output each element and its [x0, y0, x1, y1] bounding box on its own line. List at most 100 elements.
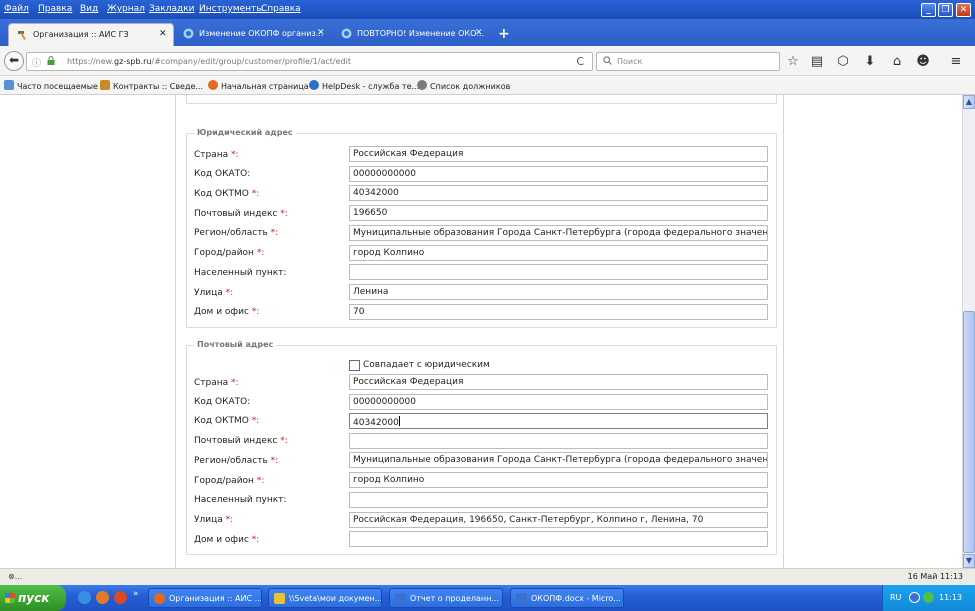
helpdesk-icon [341, 28, 352, 39]
scroll-down-icon[interactable]: ▼ [963, 554, 975, 568]
postal-locality-input[interactable] [349, 492, 768, 508]
close-window-icon[interactable]: ✕ [956, 3, 971, 17]
menu-bookmarks[interactable]: Закладки [149, 4, 195, 14]
tab-organization[interactable]: Организация :: АИС ГЗ ✕ [8, 23, 174, 46]
search-icon [603, 56, 612, 68]
legal-region-input[interactable]: Муниципальные образования Города Санкт-П… [349, 225, 768, 241]
tab-close-icon[interactable]: ✕ [159, 29, 167, 39]
language-indicator[interactable]: RU [890, 593, 901, 602]
hammer-icon [18, 31, 26, 40]
postal-okato-label: Код ОКАТО: [194, 397, 251, 407]
reload-button[interactable]: C [576, 55, 584, 68]
lock-icon [47, 56, 55, 68]
postal-okato-input[interactable]: 00000000000 [349, 394, 768, 410]
vertical-scrollbar[interactable]: ▲ ▼ [962, 95, 975, 568]
taskbar-item-okopf[interactable]: ОКОПФ.docx - Micro... [510, 588, 624, 608]
reading-list-icon[interactable]: ▤ [808, 54, 826, 69]
legal-okato-input[interactable]: 00000000000 [349, 166, 768, 182]
legal-country-label: Страна *: [194, 150, 239, 160]
postal-country-input[interactable]: Российская Федерация [349, 374, 768, 390]
postal-postcode-label: Почтовый индекс *: [194, 436, 288, 446]
menu-history[interactable]: Журнал [107, 4, 145, 14]
tab-okopf-change[interactable]: Изменение ОКОПФ организ... ✕ [175, 23, 333, 46]
downloads-icon[interactable]: ⬇ [861, 54, 879, 69]
scroll-up-icon[interactable]: ▲ [963, 95, 975, 109]
bookmark-home-page[interactable]: Начальная страница [208, 80, 309, 91]
tab-close-icon[interactable]: ✕ [475, 28, 483, 38]
bookmark-contracts[interactable]: Контракты :: Сведе... [100, 80, 203, 91]
network-icon[interactable] [909, 592, 920, 603]
menu-edit[interactable]: Правка [38, 4, 72, 14]
same-as-legal-checkbox[interactable] [349, 360, 360, 371]
postal-house-input[interactable] [349, 531, 768, 547]
search-placeholder: Поиск [617, 57, 643, 66]
legal-postcode-input[interactable]: 196650 [349, 205, 768, 221]
postal-street-label: Улица *: [194, 515, 234, 525]
text-caret [398, 416, 400, 426]
quicklaunch-browser-icon[interactable] [78, 591, 91, 604]
tab-label: Изменение ОКОПФ организ... [199, 29, 324, 38]
home-icon[interactable]: ⌂ [888, 54, 906, 69]
same-as-legal-label: Совпадает с юридическим [363, 360, 490, 370]
menu-bar: Файл Правка Вид Журнал Закладки Инструме… [0, 0, 975, 19]
postal-street-input[interactable]: Российская Федерация, 196650, Санкт-Пете… [349, 512, 768, 528]
pocket-icon[interactable]: ⬡ [834, 54, 852, 69]
legal-city-input[interactable]: город Колпино [349, 245, 768, 261]
bookmark-helpdesk[interactable]: HelpDesk - служба те... [309, 80, 419, 91]
url-bar[interactable]: ⓘ https://new.gz-spb.ru/#company/edit/gr… [26, 52, 593, 71]
legal-street-input[interactable]: Ленина [349, 284, 768, 300]
tab-label: Организация :: АИС ГЗ [33, 30, 129, 39]
legal-locality-input[interactable] [349, 264, 768, 280]
back-button[interactable]: ⬅ [4, 51, 24, 71]
menu-help[interactable]: Справка [261, 4, 301, 14]
taskbar-item-report[interactable]: Отчет о проделанн... [389, 588, 503, 608]
word-document-icon [516, 593, 527, 604]
postal-oktmo-label: Код ОКТМО *: [194, 416, 260, 426]
quicklaunch-more[interactable]: » [133, 589, 139, 599]
postal-house-label: Дом и офис *: [194, 535, 260, 545]
helpdesk-icon [309, 80, 319, 90]
postal-country-label: Страна *: [194, 378, 239, 388]
start-label: пуск [18, 591, 50, 605]
legal-house-input[interactable]: 70 [349, 304, 768, 320]
menu-tools[interactable]: Инструменты [199, 4, 263, 14]
menu-icon[interactable]: ≡ [947, 54, 965, 69]
info-icon[interactable]: ⓘ [32, 56, 41, 69]
bookmark-star-icon[interactable]: ☆ [784, 54, 802, 69]
legal-country-input[interactable]: Российская Федерация [349, 146, 768, 162]
postal-city-input[interactable]: город Колпино [349, 472, 768, 488]
chat-icon[interactable]: ☻ [914, 54, 932, 69]
url-path: /#company/edit/group/customer/profile/1/… [151, 57, 351, 66]
start-button[interactable]: пуск [0, 585, 66, 611]
postal-region-input[interactable]: Муниципальные образования Города Санкт-П… [349, 452, 768, 468]
postal-region-label: Регион/область *: [194, 456, 279, 466]
legal-region-label: Регион/область *: [194, 228, 279, 238]
postal-postcode-input[interactable] [349, 433, 768, 449]
scrollbar-thumb[interactable] [963, 311, 975, 553]
taskbar-item-label: \\Sveta\мои докумен... [289, 594, 382, 603]
new-tab-button[interactable]: + [498, 26, 510, 42]
bookmark-label: Список должников [430, 82, 511, 91]
wifi-icon[interactable] [923, 592, 934, 603]
bookmarks-bar: Часто посещаемые Контракты :: Сведе... Н… [0, 77, 975, 95]
bookmark-folder-icon [4, 80, 14, 90]
tab-close-icon[interactable]: ✕ [317, 28, 325, 38]
bookmark-frequent[interactable]: Часто посещаемые [4, 80, 98, 91]
url-host: gz-spb.ru [114, 57, 152, 66]
postal-oktmo-input[interactable]: 40342000 [349, 413, 768, 429]
quicklaunch-firefox-icon[interactable] [96, 591, 109, 604]
legal-street-label: Улица *: [194, 288, 234, 298]
menu-file[interactable]: Файл [4, 4, 29, 14]
tab-okopf-repeat[interactable]: ПОВТОРНО! Изменение ОКО... ✕ [333, 23, 491, 46]
minimize-icon[interactable]: _ [921, 3, 936, 17]
bookmark-debtors[interactable]: Список должников [417, 80, 510, 91]
quicklaunch-opera-icon[interactable] [114, 591, 127, 604]
search-input[interactable]: Поиск [596, 52, 780, 71]
menu-view[interactable]: Вид [80, 4, 98, 14]
legal-oktmo-input[interactable]: 40342000 [349, 185, 768, 201]
legal-locality-label: Населенный пункт: [194, 268, 287, 278]
taskbar-item-firefox[interactable]: Организация :: АИС ... [148, 588, 262, 608]
taskbar-item-explorer[interactable]: \\Sveta\мои докумен... [268, 588, 382, 608]
maximize-icon[interactable]: ❐ [938, 3, 953, 17]
legal-house-label: Дом и офис *: [194, 307, 260, 317]
